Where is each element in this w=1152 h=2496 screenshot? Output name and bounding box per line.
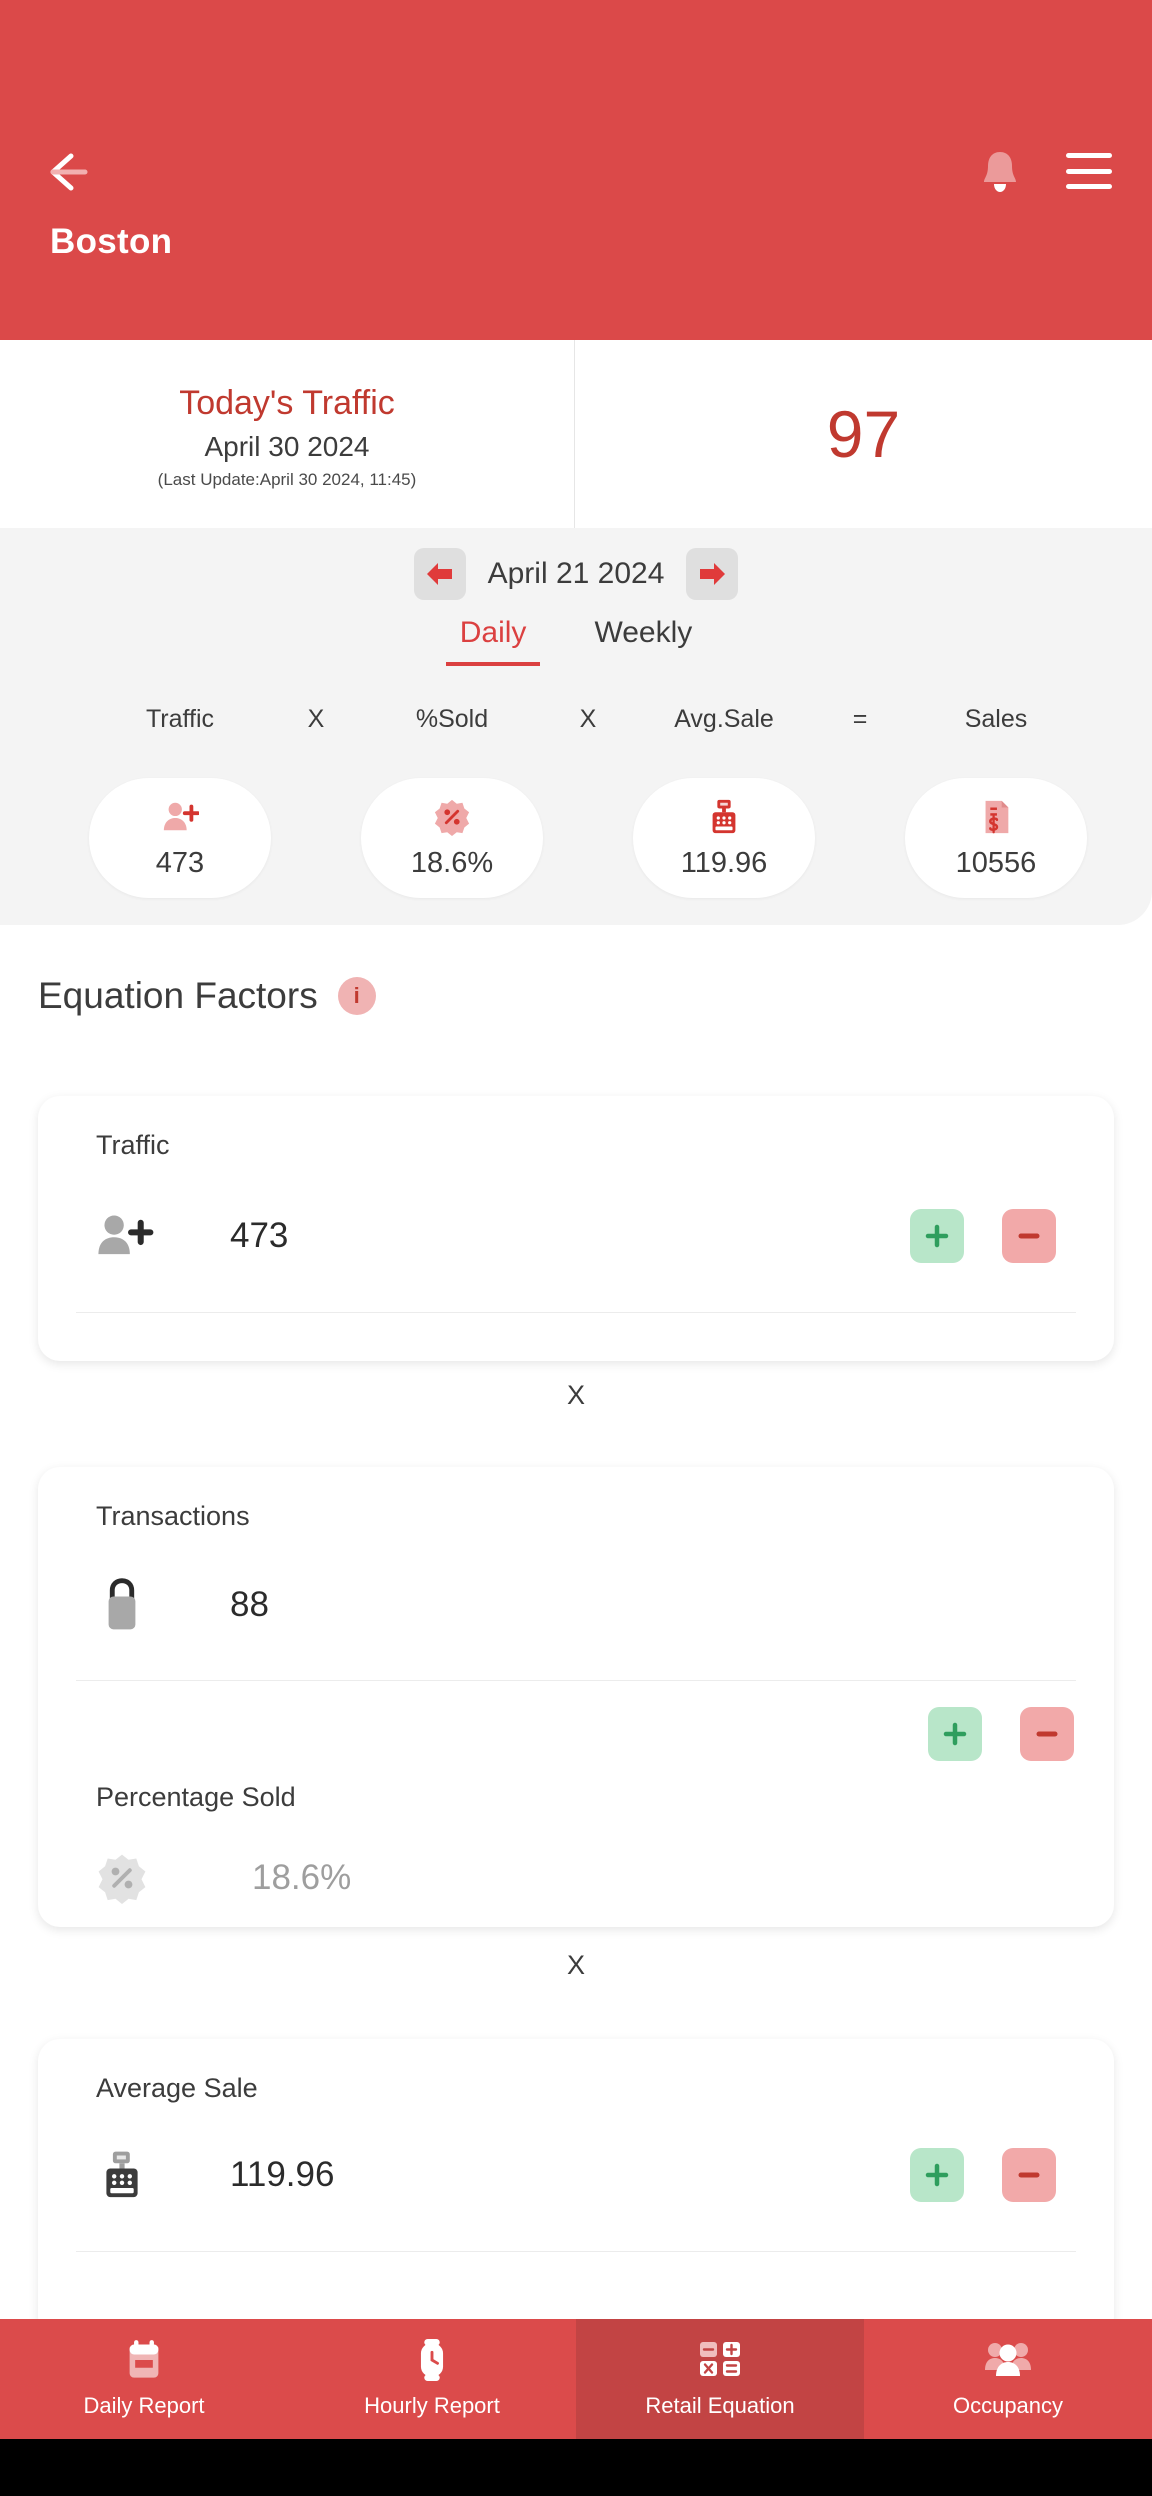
clock-icon	[415, 2339, 449, 2381]
factor-label: Percentage Sold	[96, 1782, 296, 1812]
calculator-icon	[698, 2339, 742, 2381]
card-divider	[76, 2251, 1076, 2252]
people-icon	[984, 2339, 1032, 2381]
decrement-traffic-button[interactable]	[1002, 1209, 1056, 1263]
minus-icon	[1018, 1233, 1040, 1239]
decrement-transactions-button[interactable]	[1020, 1707, 1074, 1761]
next-date-button[interactable]	[686, 548, 739, 600]
plus-icon	[925, 2163, 949, 2187]
decrement-average-sale-button[interactable]	[1002, 2148, 1056, 2202]
info-icon[interactable]: i	[337, 977, 376, 1015]
equation-operator: =	[852, 705, 868, 733]
equation-operator: X	[579, 705, 597, 733]
transactions-stepper	[928, 1707, 1074, 1761]
factor-separator: X	[566, 1380, 585, 1410]
nav-item-retail-equation[interactable]: Retail Equation	[576, 2319, 864, 2439]
date-navigator: April 21 2024	[0, 548, 1152, 600]
equation-label-pct-sold: %Sold	[415, 705, 489, 733]
factor-label: Traffic	[96, 1130, 170, 1160]
todays-traffic-strip: Today's Traffic April 30 2024 (Last Upda…	[0, 340, 1152, 528]
equation-pill-value: 119.96	[680, 846, 768, 879]
calendar-icon	[125, 2339, 163, 2381]
tab-weekly[interactable]: Weekly	[580, 612, 706, 662]
equation-labels-row: Traffic X %Sold X Avg.Sale = Sales	[0, 705, 1152, 734]
current-date-label: April 21 2024	[487, 557, 665, 590]
card-divider	[76, 1680, 1076, 1681]
arrow-left-icon	[426, 563, 452, 585]
equation-label-traffic: Traffic	[145, 705, 215, 733]
shopping-bag-icon	[96, 1577, 188, 1633]
nav-label: Hourly Report	[364, 2393, 500, 2418]
equation-pill-sales[interactable]: 10556	[905, 778, 1087, 898]
hamburger-line	[1066, 168, 1112, 174]
cash-register-icon	[705, 797, 743, 837]
tab-daily[interactable]: Daily	[445, 612, 541, 666]
prev-date-button[interactable]	[413, 548, 466, 600]
system-navigation-bar	[0, 2439, 1152, 2496]
equation-pill-traffic[interactable]: 473	[89, 778, 271, 898]
todays-traffic-value-wrap: 97	[575, 340, 1152, 528]
equation-label-sales: Sales	[964, 705, 1028, 733]
increment-average-sale-button[interactable]	[910, 2148, 964, 2202]
percent-badge-icon	[96, 1852, 188, 1904]
app-header: Boston	[0, 0, 1152, 340]
factor-value: 473	[230, 1216, 289, 1255]
equation-pills-row: 473 18.6% 119.96 10556	[0, 778, 1152, 898]
nav-label: Retail Equation	[645, 2393, 795, 2418]
plus-icon	[925, 1224, 949, 1248]
factor-card-transactions[interactable]: Transactions 88 Percentage Sold 18.6%	[38, 1467, 1114, 1927]
todays-traffic-value: 97	[826, 397, 901, 471]
factor-value: 18.6%	[252, 1858, 352, 1897]
plus-icon	[943, 1722, 967, 1746]
receipt-dollar-icon	[977, 797, 1015, 837]
bottom-navigation: Daily Report Hourly Report Retail Equati…	[0, 2319, 1152, 2439]
percent-badge-icon	[433, 797, 471, 837]
equation-pill-pct-sold[interactable]: 18.6%	[361, 778, 543, 898]
increment-traffic-button[interactable]	[910, 1209, 964, 1263]
factor-card-traffic[interactable]: Traffic 473	[38, 1096, 1114, 1361]
nav-item-hourly-report[interactable]: Hourly Report	[288, 2319, 576, 2439]
factor-value: 88	[230, 1585, 269, 1624]
equation-operator: X	[307, 705, 325, 733]
todays-traffic-date: April 30 2024	[204, 431, 370, 462]
nav-item-daily-report[interactable]: Daily Report	[0, 2319, 288, 2439]
equation-pill-value: 473	[155, 846, 205, 879]
hamburger-line	[1066, 184, 1112, 189]
factor-value: 119.96	[230, 2155, 335, 2194]
increment-transactions-button[interactable]	[928, 1707, 982, 1761]
hamburger-line	[1066, 153, 1112, 158]
page-title: Boston	[50, 222, 173, 261]
period-tabs: Daily Weekly	[0, 612, 1152, 666]
equation-pill-avg-sale[interactable]: 119.96	[633, 778, 815, 898]
minus-icon	[1036, 1731, 1058, 1737]
minus-icon	[1018, 2172, 1040, 2178]
equation-pill-value: 18.6%	[410, 846, 494, 879]
hamburger-menu-icon[interactable]	[1066, 153, 1112, 189]
todays-traffic-last-update: (Last Update:April 30 2024, 11:45)	[157, 470, 417, 489]
bell-icon[interactable]	[980, 148, 1020, 194]
person-add-icon	[96, 1211, 188, 1261]
cash-register-icon	[96, 2149, 188, 2201]
todays-traffic-title: Today's Traffic	[179, 384, 395, 422]
header-actions	[980, 148, 1112, 194]
factor-label: Average Sale	[96, 2073, 258, 2103]
equation-pill-value: 10556	[955, 846, 1037, 879]
card-divider	[76, 1312, 1076, 1313]
nav-label: Occupancy	[952, 2393, 1064, 2418]
equation-factors-title: Equation Factors	[38, 975, 318, 1016]
app-screen: Boston Today's Traffic April 30 2024 (La…	[0, 0, 1152, 2496]
back-arrow-icon[interactable]	[45, 148, 103, 196]
equation-factors-header: Equation Factors i	[38, 975, 376, 1017]
factor-separator: X	[566, 1950, 585, 1980]
factor-label: Transactions	[96, 1501, 250, 1531]
arrow-right-icon	[700, 563, 726, 585]
person-add-icon	[161, 797, 199, 837]
factor-card-average-sale[interactable]: Average Sale 119.96	[38, 2039, 1114, 2339]
nav-item-occupancy[interactable]: Occupancy	[864, 2319, 1152, 2439]
todays-traffic-info: Today's Traffic April 30 2024 (Last Upda…	[0, 340, 575, 528]
equation-label-avg-sale: Avg.Sale	[674, 705, 774, 733]
nav-label: Daily Report	[83, 2393, 205, 2418]
